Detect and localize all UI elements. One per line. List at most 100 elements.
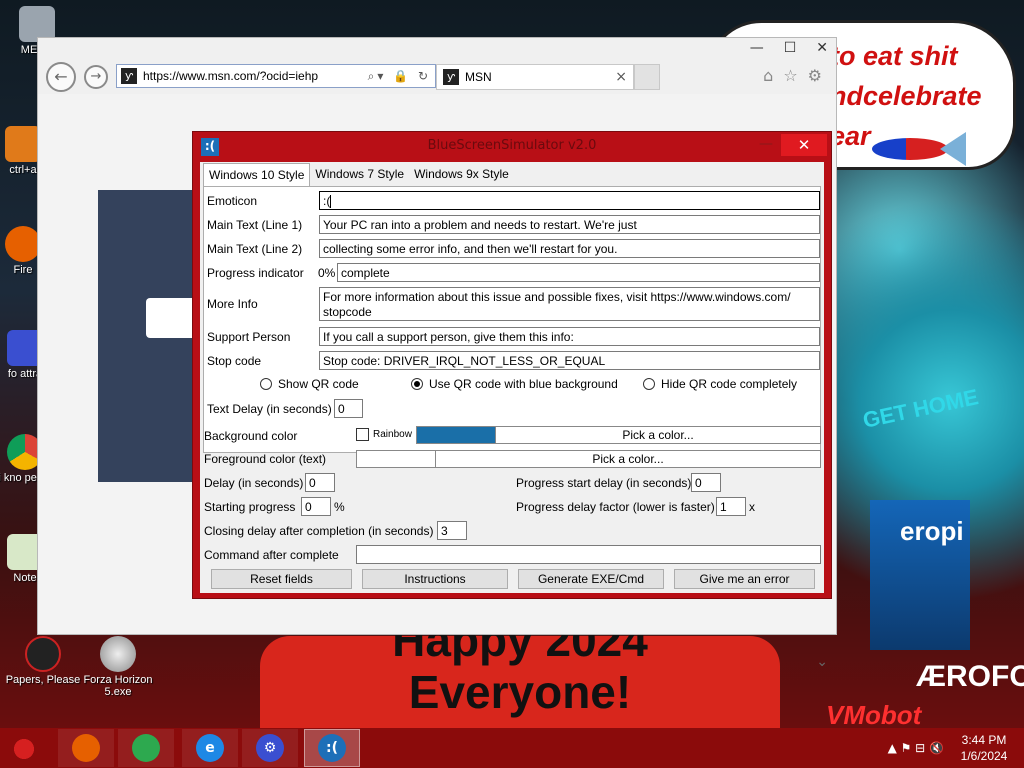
tab-close-icon[interactable]: × (615, 69, 627, 85)
progress-delay-factor-label: Progress delay factor (lower is faster) (516, 500, 715, 514)
more-info-input[interactable]: For more information about this issue an… (319, 287, 820, 321)
command-after-label: Command after complete (204, 548, 339, 562)
starting-progress-label: Starting progress (204, 500, 296, 514)
browser-tools: ⌂ ☆ ⚙ (763, 66, 822, 85)
taskbar: e ⚙ :( ▲ ⚑ ⊟ 🔇 3:44 PM 1/6/2024 (0, 728, 1024, 768)
internet-explorer-icon: e (196, 734, 224, 762)
clock-date: 1/6/2024 (960, 749, 1008, 763)
start-button[interactable] (6, 732, 42, 766)
closing-delay-input[interactable]: 3 (437, 521, 467, 540)
stop-code-input[interactable]: Stop code: DRIVER_IRQL_NOT_LESS_OR_EQUAL (319, 351, 820, 370)
radio-show-qr[interactable]: Show QR code (260, 377, 359, 391)
chrome-icon (132, 734, 160, 762)
desktop-icon-papers-please[interactable]: Papers, Please (4, 636, 82, 686)
home-icon[interactable]: ⌂ (763, 66, 773, 85)
foreground-pick-color-button[interactable]: Pick a color... (435, 450, 821, 468)
main-text-2-input[interactable]: collecting some error info, and then we'… (319, 239, 820, 258)
wallpaper-building-text: eropi (900, 516, 964, 546)
tab-windows-7[interactable]: Windows 7 Style (310, 163, 409, 185)
wallpaper-building-text-2: ÆROFOS (916, 660, 1024, 693)
address-bar[interactable]: ƴ https://www.msn.com/?ocid=iehp ⌕▾ 🔒 ↻ (116, 64, 436, 88)
taskbar-bluescreen-simulator[interactable]: :( (304, 729, 360, 767)
msn-tab-icon: ƴ (443, 69, 459, 85)
progress-indicator-input[interactable]: complete (337, 263, 820, 282)
taskbar-settings[interactable]: ⚙ (242, 729, 298, 767)
app-titlebar[interactable]: :( BlueScreenSimulator v2.0 — ✕ (193, 132, 831, 160)
windows-10-tab-page: Emoticon :( Main Text (Line 1) Your PC r… (203, 186, 821, 453)
tab-windows-9x[interactable]: Windows 9x Style (409, 163, 514, 185)
style-tabs: Windows 10 Style Windows 7 Style Windows… (203, 163, 514, 187)
tab-msn[interactable]: ƴ MSN × (436, 64, 634, 90)
browser-toolbar: — ☐ ✕ ← → ƴ https://www.msn.com/?ocid=ie… (38, 38, 836, 94)
settings-gear-icon: ⚙ (256, 734, 284, 762)
progress-start-delay-input[interactable]: 0 (691, 473, 721, 492)
taskbar-firefox[interactable] (58, 729, 114, 767)
foreground-color-label: Foreground color (text) (204, 452, 327, 466)
browser-window-buttons: — ☐ ✕ (750, 40, 828, 56)
give-me-error-button[interactable]: Give me an error (674, 569, 815, 589)
delay-label: Delay (in seconds) (204, 476, 304, 490)
maximize-button[interactable]: ☐ (784, 40, 797, 56)
scroll-down-arrow-icon[interactable]: ⌄ (816, 654, 828, 670)
main-text-1-input[interactable]: Your PC ran into a problem and needs to … (319, 215, 820, 234)
taskbar-internet-explorer[interactable]: e (182, 729, 238, 767)
text-delay-input[interactable]: 0 (334, 399, 363, 418)
rainbow-checkbox[interactable]: Rainbow (356, 428, 412, 441)
main-text-2-label: Main Text (Line 2) (207, 242, 303, 256)
command-after-input[interactable] (356, 545, 821, 564)
emoticon-label: Emoticon (207, 194, 258, 208)
tray-icons[interactable]: ▲ ⚑ ⊟ 🔇 (888, 741, 944, 755)
progress-indicator-prefix: 0% (318, 266, 336, 280)
forward-button[interactable]: → (84, 65, 108, 89)
clock[interactable]: 3:44 PM 1/6/2024 (954, 732, 1014, 764)
back-button[interactable]: ← (46, 62, 76, 92)
radio-dot (260, 378, 272, 390)
address-url[interactable]: https://www.msn.com/?ocid=iehp (143, 69, 368, 83)
new-tab-button[interactable] (634, 64, 660, 90)
firefox-icon (72, 734, 100, 762)
app-minimize-button[interactable]: — (759, 136, 773, 152)
back-arrow-icon: ← (54, 67, 68, 86)
tab-windows-10[interactable]: Windows 10 Style (203, 163, 311, 187)
favorites-star-icon[interactable]: ☆ (783, 66, 797, 85)
tab-label: MSN (465, 70, 492, 84)
wallpaper-vmo-text: VMobot (826, 700, 922, 730)
progress-delay-factor-input[interactable]: 1 (716, 497, 746, 516)
settings-gear-icon[interactable]: ⚙ (808, 66, 822, 85)
support-person-input[interactable]: If you call a support person, give them … (319, 327, 820, 346)
more-info-label: More Info (207, 297, 258, 311)
stop-code-label: Stop code (207, 354, 262, 368)
taskbar-chrome[interactable] (118, 729, 174, 767)
desktop-icon-forza[interactable]: Forza Horizon 5.exe (80, 636, 156, 698)
wallpaper-fish-tail (940, 132, 966, 166)
radio-dot-selected (411, 378, 423, 390)
firefox-icon (5, 226, 41, 262)
support-person-label: Support Person (207, 330, 291, 344)
app-close-button[interactable]: ✕ (781, 134, 827, 156)
radio-qr-blue-bg[interactable]: Use QR code with blue background (411, 377, 618, 391)
progress-start-delay-label: Progress start delay (in seconds) (516, 476, 692, 490)
starting-progress-input[interactable]: 0 (301, 497, 331, 516)
close-button[interactable]: ✕ (816, 40, 828, 56)
main-text-1-label: Main Text (Line 1) (207, 218, 303, 232)
app-client-area: Windows 10 Style Windows 7 Style Windows… (200, 162, 824, 593)
bluescreen-simulator-window: :( BlueScreenSimulator v2.0 — ✕ Windows … (192, 131, 832, 599)
radio-hide-qr[interactable]: Hide QR code completely (643, 377, 797, 391)
flash-icon (100, 636, 136, 672)
text-delay-label: Text Delay (in seconds) (207, 402, 332, 416)
bluescreen-app-icon: :( (318, 734, 346, 762)
address-tools-icons[interactable]: ⌕▾ 🔒 ↻ (368, 69, 435, 84)
msn-site-icon: ƴ (121, 68, 137, 84)
generate-exe-button[interactable]: Generate EXE/Cmd (518, 569, 664, 589)
emoticon-input[interactable]: :( (319, 191, 820, 210)
minimize-button[interactable]: — (750, 40, 764, 56)
instructions-button[interactable]: Instructions (362, 569, 508, 589)
background-pick-color-button[interactable]: Pick a color... (495, 426, 821, 444)
reset-fields-button[interactable]: Reset fields (211, 569, 352, 589)
forward-arrow-icon: → (90, 69, 102, 84)
papers-please-icon (25, 636, 61, 672)
wallpaper-fish (872, 138, 948, 160)
clock-time: 3:44 PM (961, 733, 1007, 747)
delay-input[interactable]: 0 (305, 473, 335, 492)
system-tray: ▲ ⚑ ⊟ 🔇 3:44 PM 1/6/2024 (888, 732, 1014, 764)
